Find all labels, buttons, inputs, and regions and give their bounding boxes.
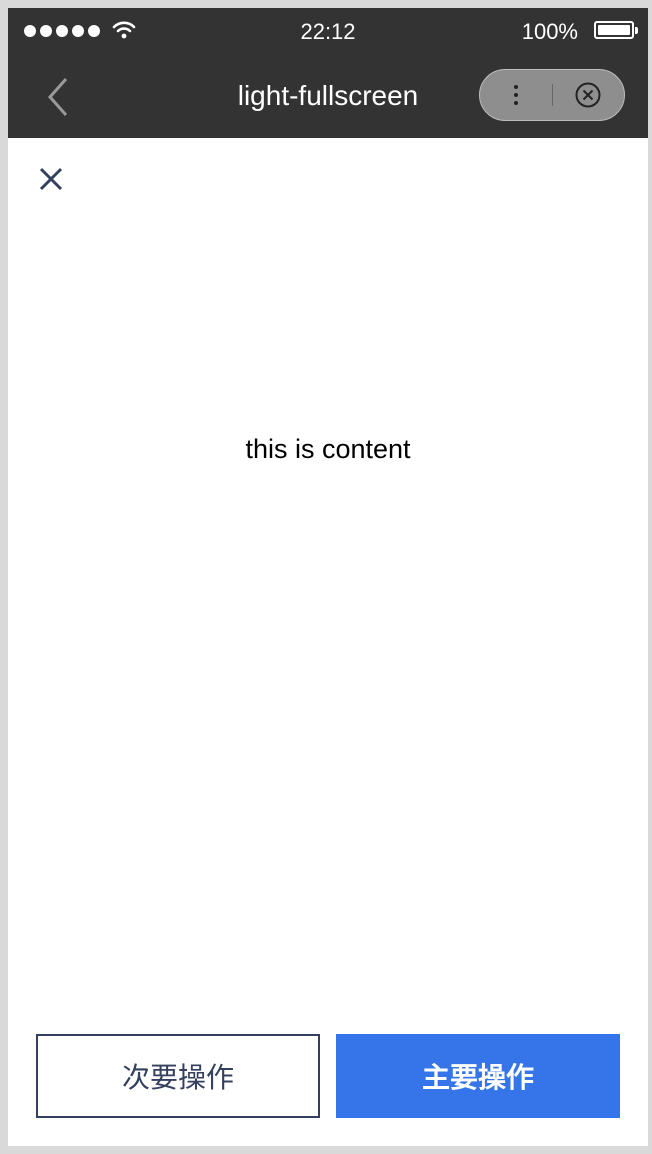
more-vertical-icon <box>514 85 518 89</box>
dialog-content: this is content <box>245 434 411 464</box>
fullscreen-dialog: this is content 次要操作 主要操作 <box>8 138 648 1146</box>
capsule-divider <box>552 84 553 106</box>
more-button[interactable] <box>480 70 552 120</box>
phone-screen: 22:12 100% light-fullscreen this is cont… <box>8 8 648 1146</box>
circle-close-icon <box>575 82 601 108</box>
battery-percent: 100% <box>521 19 578 44</box>
mini-program-close-button[interactable] <box>560 70 620 120</box>
status-bar: 22:12 100% <box>8 8 648 56</box>
close-icon <box>39 167 63 191</box>
menu-capsule <box>479 69 625 121</box>
navigation-bar: light-fullscreen <box>8 56 648 138</box>
secondary-action-button[interactable]: 次要操作 <box>36 1034 320 1118</box>
battery-icon <box>594 21 638 39</box>
primary-action-button[interactable]: 主要操作 <box>336 1034 620 1118</box>
dialog-close-button[interactable] <box>36 164 68 196</box>
